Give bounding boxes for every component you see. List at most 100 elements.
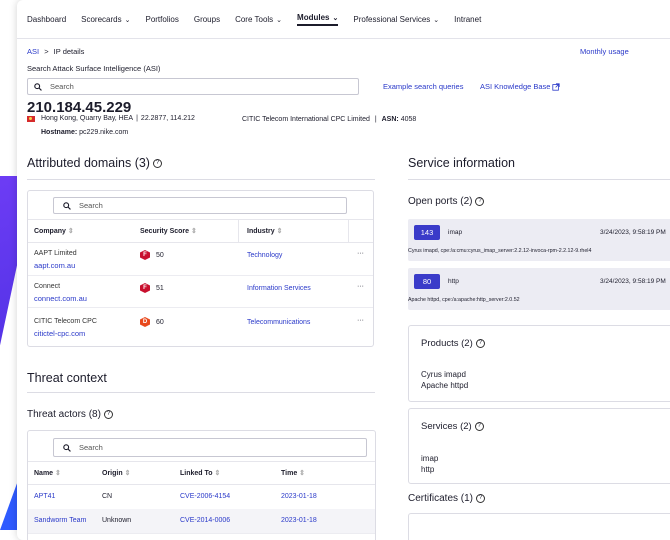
threat-actors-title: Threat actors (8)? — [27, 409, 113, 420]
open-port-card[interactable]: 80 http 3/24/2023, 9:58:19 PM Apache htt… — [408, 268, 670, 310]
asi-search-input[interactable]: Search — [27, 78, 359, 95]
help-icon[interactable]: ? — [475, 338, 485, 348]
knowledge-base-label: ASI Knowledge Base — [480, 82, 551, 91]
more-options-icon[interactable]: ··· — [357, 317, 364, 324]
column-header-company[interactable]: Company ⇕ — [34, 227, 74, 235]
column-header-time[interactable]: Time ⇕ — [281, 469, 305, 477]
ip-coordinates: 22.2877, 114.212 — [140, 115, 195, 122]
nav-core-tools[interactable]: Core Tools ⌄ — [235, 15, 282, 24]
nav-label: Scorecards — [81, 14, 122, 24]
industry-link[interactable]: Technology — [247, 252, 282, 259]
table-row[interactable]: CITIC Telecom CPC citictel-cpc.com D 60 … — [28, 307, 373, 341]
asi-search-placeholder: Search — [50, 82, 74, 91]
separator: | — [374, 116, 377, 123]
threat-actors-table: Search Name ⇕ Origin ⇕ Linked To ⇕ Time … — [27, 430, 376, 540]
actor-origin: CN — [102, 493, 113, 500]
column-header-industry[interactable]: Industry ⇕ — [247, 227, 282, 235]
top-navigation: Dashboard Scorecards ⌄ Portfolios Groups … — [17, 0, 670, 39]
nav-dashboard[interactable]: Dashboard — [27, 15, 66, 24]
sort-icon: ⇕ — [124, 470, 131, 477]
nav-label: Intranet — [454, 14, 482, 24]
section-title-text: Attributed domains (3) — [27, 156, 150, 170]
column-header-security-score[interactable]: Security Score ⇕ — [140, 227, 197, 235]
threat-context-title: Threat context — [27, 371, 107, 385]
subsection-title-text: Threat actors (8) — [27, 409, 101, 420]
nav-intranet[interactable]: Intranet — [454, 15, 481, 24]
products-title: Products (2)? — [421, 338, 485, 349]
sort-icon: ⇕ — [299, 470, 306, 477]
actor-name-link[interactable]: Sandworm Team — [34, 517, 86, 524]
actor-name-link[interactable]: APT41 — [34, 493, 55, 500]
help-icon[interactable]: ? — [475, 196, 485, 206]
asi-search-label: Search Attack Surface Intelligence (ASI) — [27, 64, 161, 73]
nav-professional-services[interactable]: Professional Services ⌄ — [353, 15, 439, 24]
nav-groups[interactable]: Groups — [194, 15, 220, 24]
table-row[interactable]: APT41 CN CVE-2006-4154 2023-01-18 — [28, 485, 375, 510]
help-icon[interactable]: ? — [152, 159, 162, 169]
nav-modules[interactable]: Modules ⌄ — [297, 13, 339, 26]
industry-link[interactable]: Information Services — [247, 285, 311, 292]
actor-time[interactable]: 2023-01-18 — [281, 517, 317, 524]
app-panel: Dashboard Scorecards ⌄ Portfolios Groups … — [17, 0, 670, 540]
domains-table: Search Company ⇕ Security Score ⇕ Indust… — [27, 190, 374, 347]
asn-value: 4058 — [400, 116, 417, 123]
nav-portfolios[interactable]: Portfolios — [145, 15, 178, 24]
services-title: Services (2)? — [421, 421, 484, 432]
breadcrumb-root-link[interactable]: ASI — [27, 47, 39, 56]
example-queries-link[interactable]: Example search queries — [383, 82, 463, 91]
certificates-card — [408, 513, 670, 540]
table-row[interactable]: AAPT Limited aapt.com.au F 50 Technology… — [28, 242, 373, 276]
port-detail: Cyrus imapd, cpe:/a:cmu:cyrus_imap_serve… — [408, 248, 592, 254]
domain-link[interactable]: aapt.com.au — [34, 261, 75, 270]
column-header-origin[interactable]: Origin ⇕ — [102, 469, 130, 477]
ip-location: Hong Kong, Quarry Bay, HEA — [41, 115, 134, 122]
breadcrumb-separator: > — [44, 47, 49, 56]
cve-link[interactable]: CVE-2006-4154 — [180, 493, 230, 500]
port-timestamp: 3/24/2023, 9:58:19 PM — [600, 229, 666, 236]
column-header-linked-to[interactable]: Linked To ⇕ — [180, 469, 220, 477]
cve-link[interactable]: CVE-2014-0006 — [180, 517, 230, 524]
domain-link[interactable]: connect.com.au — [34, 294, 87, 303]
asn-label: ASN: — [381, 116, 399, 123]
search-icon — [63, 201, 71, 210]
threat-search-placeholder: Search — [79, 443, 103, 452]
domains-search-placeholder: Search — [79, 201, 103, 210]
monthly-usage-link[interactable]: Monthly usage — [580, 47, 629, 56]
port-number-badge: 143 — [414, 225, 440, 240]
domains-search-input[interactable]: Search — [53, 197, 347, 214]
services-card: Services (2)? imap http — [408, 408, 670, 484]
company-name: Connect — [34, 283, 61, 290]
threat-actors-search-input[interactable]: Search — [53, 438, 367, 457]
table-header: Company ⇕ Security Score ⇕ Industry ⇕ — [28, 219, 373, 243]
open-port-card[interactable]: 143 imap 3/24/2023, 9:58:19 PM Cyrus ima… — [408, 219, 670, 261]
security-score: D 60 — [140, 317, 164, 327]
actor-time[interactable]: 2023-01-18 — [281, 493, 317, 500]
domain-link[interactable]: citictel-cpc.com — [34, 329, 85, 338]
help-icon[interactable]: ? — [103, 409, 113, 419]
grade-badge: F — [140, 283, 150, 293]
nav-scorecards[interactable]: Scorecards ⌄ — [81, 15, 130, 24]
port-timestamp: 3/24/2023, 9:58:19 PM — [600, 278, 666, 285]
product-item: Apache httpd — [421, 381, 469, 390]
industry-link[interactable]: Telecommunications — [247, 319, 310, 326]
chevron-down-icon: ⌄ — [276, 16, 283, 24]
company-name: AAPT Limited — [34, 250, 77, 257]
sort-icon: ⇕ — [214, 470, 221, 477]
more-options-icon[interactable]: ··· — [357, 250, 364, 257]
help-icon[interactable]: ? — [476, 493, 486, 503]
help-icon[interactable]: ? — [474, 421, 484, 431]
column-divider — [238, 220, 239, 242]
more-options-icon[interactable]: ··· — [357, 283, 364, 290]
divider — [408, 179, 670, 180]
nav-label: Portfolios — [145, 14, 179, 24]
table-row[interactable]: Connect connect.com.au F 51 Information … — [28, 275, 373, 308]
company-name: CITIC Telecom CPC — [34, 318, 97, 325]
ip-org-line: CITIC Telecom International CPC Limited … — [242, 116, 416, 123]
divider — [27, 179, 375, 180]
attributed-domains-title: Attributed domains (3)? — [27, 156, 162, 170]
nav-label: Core Tools — [235, 14, 274, 24]
column-header-name[interactable]: Name ⇕ — [34, 469, 61, 477]
header-label: Time — [281, 470, 298, 477]
knowledge-base-link[interactable]: ASI Knowledge Base — [480, 82, 561, 91]
port-detail: Apache httpd, cpe:/a:apache:http_server:… — [408, 297, 520, 303]
